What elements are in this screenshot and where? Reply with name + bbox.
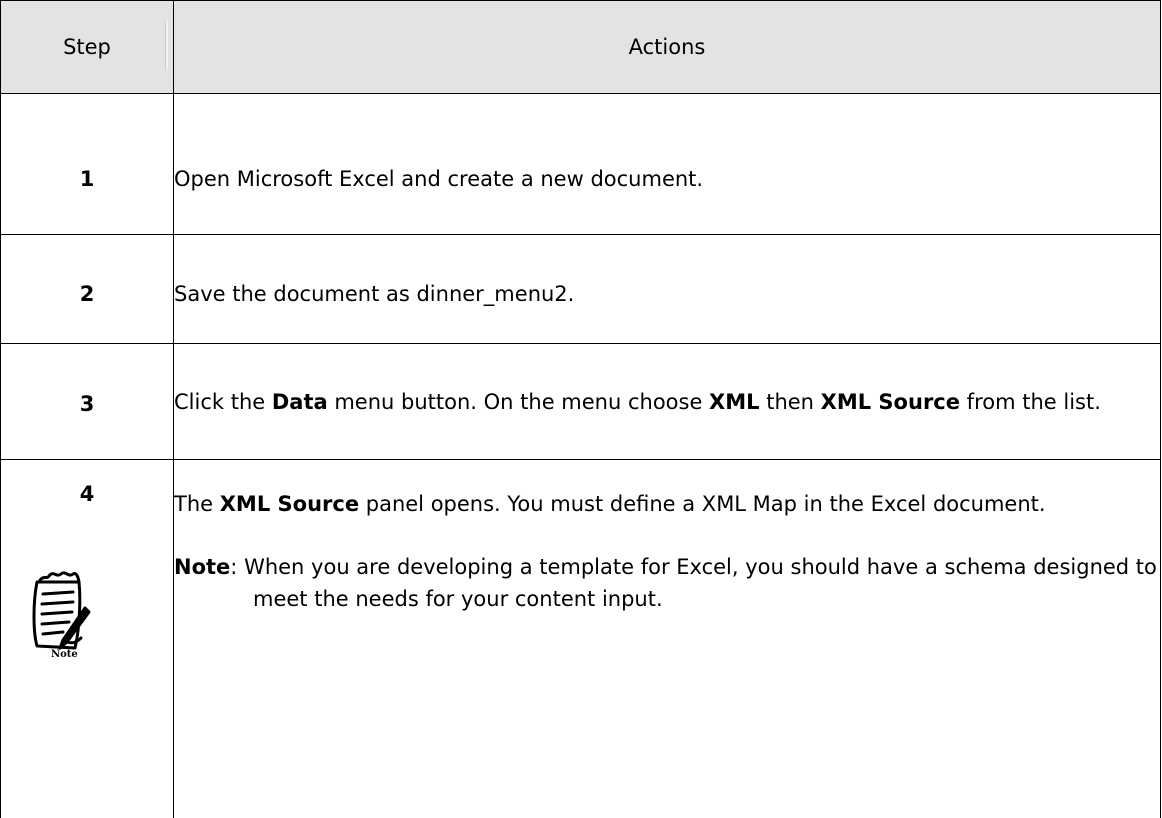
step-number: 3 — [1, 344, 174, 460]
table-row: 1 Open Microsoft Excel and create a new … — [1, 94, 1161, 235]
step-action: The XML Source panel opens. You must def… — [174, 460, 1161, 818]
step-number: 1 — [1, 94, 174, 235]
step-number: 2 — [1, 235, 174, 344]
menu-name-xml: XML — [709, 390, 759, 414]
step-action: Click the Data menu button. On the menu … — [174, 344, 1161, 460]
step-number-cell: 4 Note — [1, 460, 174, 818]
menu-name-xml-source: XML Source — [821, 390, 960, 414]
table-row: 4 Note The XML Source panel opens. You m… — [1, 460, 1161, 818]
steps-table: Step Actions 1 Open Microsoft Excel and … — [0, 0, 1161, 818]
table-row: 2 Save the document as dinner_menu2. — [1, 235, 1161, 344]
note-paragraph: Note: When you are developing a template… — [174, 551, 1160, 615]
actions-header-label: Actions — [629, 35, 706, 59]
step-number: 4 — [1, 482, 173, 506]
note-colon: : — [230, 555, 244, 579]
step-action: Save the document as dinner_menu2. — [174, 235, 1161, 344]
panel-name-xml-source: XML Source — [220, 492, 359, 516]
table-row: 3 Click the Data menu button. On the men… — [1, 344, 1161, 460]
note-pad-icon: Note — [23, 562, 103, 658]
column-separator — [165, 21, 168, 69]
header-row: Step Actions — [1, 1, 1161, 94]
step-action: Open Microsoft Excel and create a new do… — [174, 94, 1161, 235]
action-text: Click the — [174, 390, 272, 414]
menu-name-data: Data — [272, 390, 328, 414]
action-text: menu button. On the menu choose — [328, 390, 709, 414]
action-paragraph: The XML Source panel opens. You must def… — [174, 488, 1160, 520]
action-text: then — [760, 390, 821, 414]
note-label: Note — [174, 555, 230, 579]
note-icon-label: Note — [51, 649, 78, 658]
note-text: When you are developing a template for E… — [244, 555, 1157, 611]
step-header: Step — [1, 1, 174, 94]
step-header-label: Step — [63, 35, 111, 59]
action-text: The — [174, 492, 220, 516]
action-text: from the list. — [960, 390, 1101, 414]
actions-header: Actions — [174, 1, 1161, 94]
action-text: panel opens. You must define a XML Map i… — [359, 492, 1046, 516]
